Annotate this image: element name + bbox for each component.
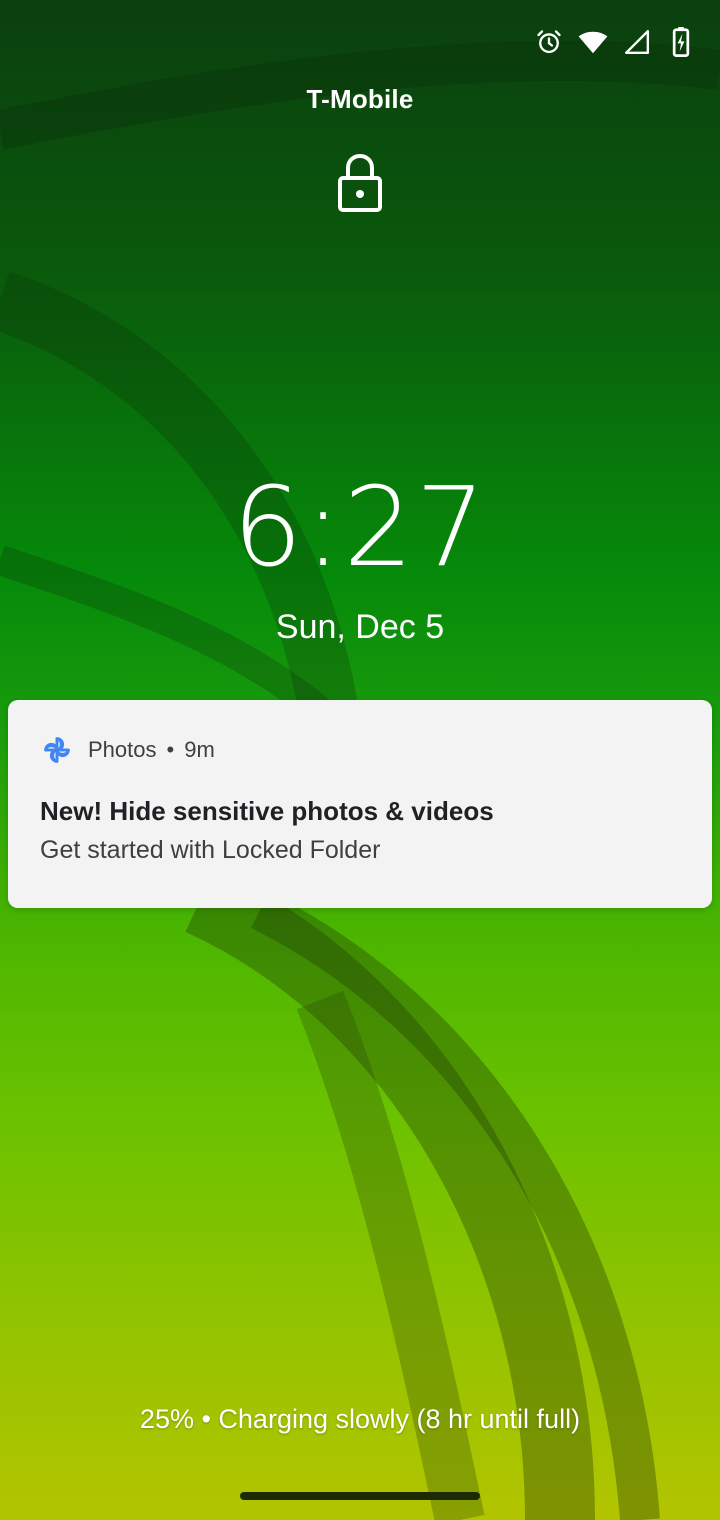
- gesture-nav-handle[interactable]: [240, 1492, 480, 1500]
- alarm-icon: [534, 27, 564, 57]
- status-bar: [534, 22, 696, 62]
- cell-signal-icon: [622, 27, 652, 57]
- wifi-icon: [578, 27, 608, 57]
- carrier-name: T-Mobile: [306, 84, 414, 114]
- notification-header: Photos • 9m: [40, 732, 215, 768]
- notification-body: Get started with Locked Folder: [40, 836, 381, 864]
- notification-title: New! Hide sensitive photos & videos: [40, 796, 494, 826]
- charging-status: 25% • Charging slowly (8 hr until full): [139, 1404, 581, 1434]
- notification-separator: •: [166, 737, 175, 762]
- notification-app-name: Photos: [88, 737, 157, 762]
- battery-charging-icon: [666, 27, 696, 57]
- lockscreen-date: Sun, Dec 5: [275, 608, 445, 646]
- notification-card[interactable]: Photos • 9m New! Hide sensitive photos &…: [8, 700, 712, 908]
- pinwheel-icon: [40, 733, 74, 767]
- notification-time: 9m: [184, 737, 215, 762]
- padlock-icon[interactable]: [336, 152, 384, 214]
- lockscreen-clock: 6:27: [232, 463, 488, 591]
